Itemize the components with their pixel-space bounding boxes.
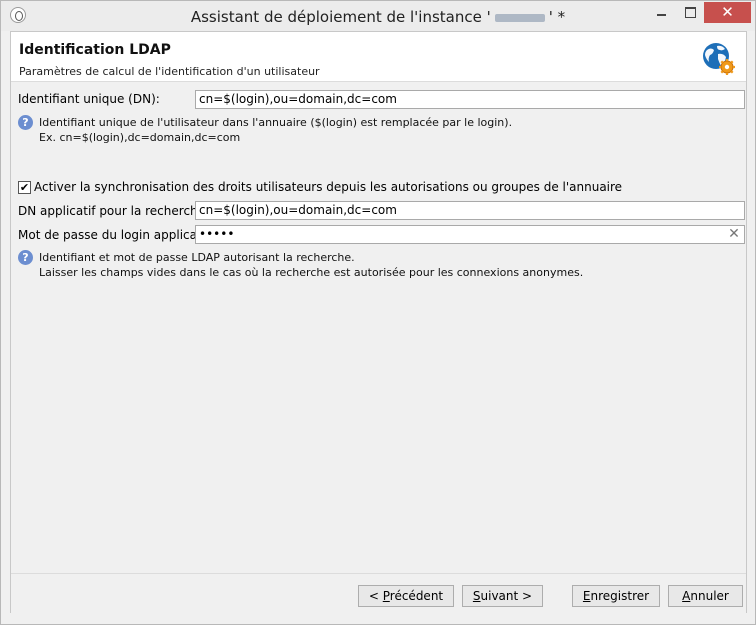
search-help-line-2: Laisser les champs vides dans le cas où … [39, 266, 584, 279]
minimize-button[interactable] [649, 2, 675, 23]
window-title: Assistant de déploiement de l'instance '… [1, 8, 755, 26]
page-title: Identification LDAP [19, 42, 171, 58]
dn-input[interactable]: cn=$(login),ou=domain,dc=com [195, 90, 745, 109]
wizard-body: Identifiant unique (DN): cn=$(login),ou=… [11, 82, 746, 582]
dn-label: Identifiant unique (DN): [18, 92, 160, 106]
wizard-footer: < Précédent Suivant > Enregistrer Annule… [11, 573, 746, 613]
search-help-line-1: Identifiant et mot de passe LDAP autoris… [39, 251, 355, 264]
wizard-header: Identification LDAP Paramètres de calcul… [11, 32, 746, 82]
window-title-prefix: Assistant de déploiement de l'instance ' [190, 8, 491, 26]
cancel-button[interactable]: Annuler [668, 585, 743, 607]
help-icon: ? [18, 250, 33, 265]
search-dn-input[interactable]: cn=$(login),ou=domain,dc=com [195, 201, 745, 220]
clear-password-icon[interactable]: ✕ [727, 227, 741, 241]
dn-help-line-1: Identifiant unique de l'utilisateur dans… [39, 116, 513, 129]
save-button[interactable]: Enregistrer [572, 585, 660, 607]
redacted-instance-name [494, 13, 545, 22]
wizard-panel: Identification LDAP Paramètres de calcul… [10, 31, 747, 613]
search-dn-label: DN applicatif pour la recherche: [18, 204, 210, 218]
title-bar: Assistant de déploiement de l'instance '… [1, 1, 755, 31]
password-label: Mot de passe du login applicatif: [18, 228, 213, 242]
password-value: ••••• [199, 227, 235, 241]
maximize-button[interactable] [677, 2, 703, 23]
close-window-button[interactable]: ✕ [704, 2, 751, 23]
sync-rights-checkbox[interactable]: ✔ [18, 181, 31, 194]
search-help-text: Identifiant et mot de passe LDAP autoris… [39, 250, 583, 280]
dn-help-line-2: Ex. cn=$(login),dc=domain,dc=com [39, 131, 241, 144]
globe-gear-icon [703, 43, 735, 75]
window-title-suffix: ' * [548, 8, 566, 26]
next-button[interactable]: Suivant > [462, 585, 543, 607]
deployment-wizard-window: Assistant de déploiement de l'instance '… [0, 0, 756, 625]
dn-help-text: Identifiant unique de l'utilisateur dans… [39, 115, 512, 145]
password-input[interactable]: ••••• ✕ [195, 225, 745, 244]
sync-rights-label[interactable]: Activer la synchronisation des droits ut… [34, 180, 622, 194]
help-icon: ? [18, 115, 33, 130]
previous-button[interactable]: < Précédent [358, 585, 454, 607]
page-subtitle: Paramètres de calcul de l'identification… [19, 65, 320, 78]
